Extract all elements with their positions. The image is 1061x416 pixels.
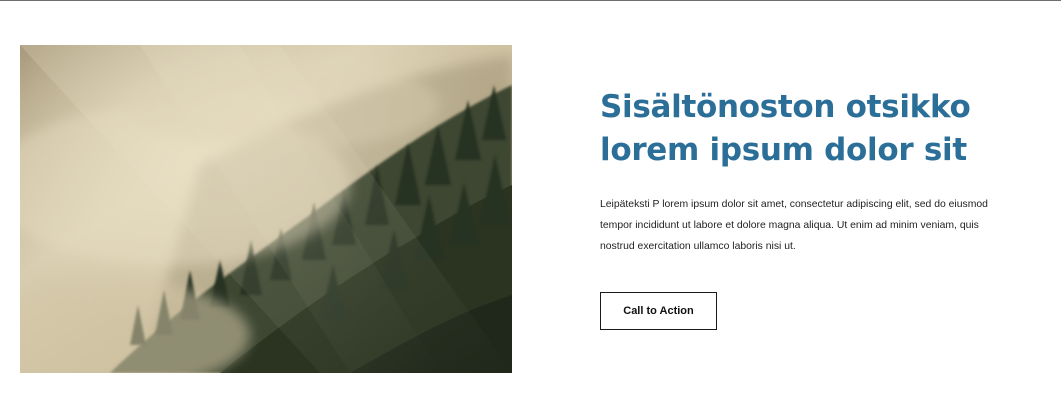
- body-line-3: nostrud exercitation ullamco laboris nis…: [600, 241, 796, 252]
- content-lift-heading: Sisältönoston otsikko lorem ipsum dolor …: [600, 86, 1050, 172]
- top-divider: [0, 0, 1061, 1]
- heading-line-2: lorem ipsum dolor sit: [600, 132, 967, 168]
- forest-mist-image: [20, 45, 512, 373]
- content-lift-text: Sisältönoston otsikko lorem ipsum dolor …: [600, 86, 1050, 257]
- call-to-action-button[interactable]: Call to Action: [600, 292, 717, 330]
- content-lift-body: Leipäteksti P lorem ipsum dolor sit amet…: [600, 194, 1050, 257]
- heading-line-1: Sisältönoston otsikko: [600, 89, 971, 125]
- body-line-1: Leipäteksti P lorem ipsum dolor sit amet…: [600, 199, 988, 210]
- body-line-2: tempor incididunt ut labore et dolore ma…: [600, 220, 979, 231]
